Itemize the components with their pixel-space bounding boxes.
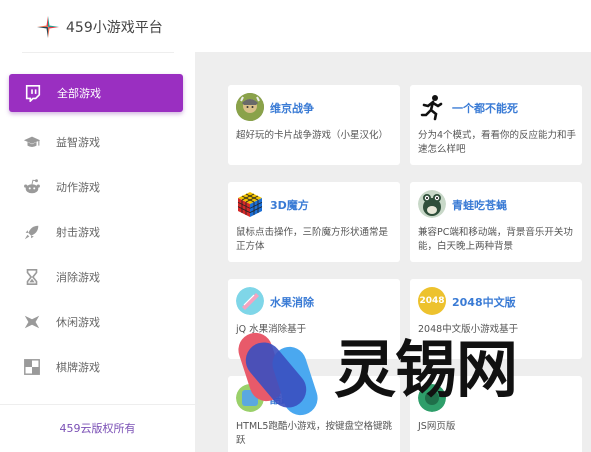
- rubiks-cube-icon: [236, 190, 264, 218]
- nav-item-board-games[interactable]: 棋牌游戏: [0, 344, 195, 389]
- game-desc: 兼容PC端和移动端，背景音乐开关功能，白天晚上两种背景: [418, 227, 573, 252]
- nav-item-label: 全部游戏: [57, 87, 101, 100]
- game-title: 2048中文版: [452, 296, 516, 309]
- game-desc: 超好玩的卡片战争游戏（小星汉化）: [236, 130, 389, 141]
- fruit-icon: [236, 287, 264, 315]
- game-card[interactable]: 一个都不能死 分为4个模式，看看你的反应能力和手速怎么样吧: [410, 85, 582, 165]
- nav-item-shooting-games[interactable]: 射击游戏: [0, 209, 195, 254]
- twitch-icon: [23, 83, 43, 103]
- game-card[interactable]: 维京战争 超好玩的卡片战争游戏（小星汉化）: [228, 85, 400, 165]
- watermark-logo-icon: [238, 332, 318, 416]
- game-desc: HTML5跑酷小游戏，按键盘空格键跳跃: [236, 421, 392, 446]
- footer-divider: [0, 404, 195, 405]
- brand-divider: [22, 52, 174, 53]
- game-title: 水果消除: [270, 296, 314, 309]
- sidebar: 459小游戏平台 全部游戏 益智游戏 动作游戏 射击游戏 消除游戏 休闲游戏 棋…: [0, 0, 195, 452]
- game-title: 维京战争: [270, 102, 314, 115]
- game-title: 一个都不能死: [452, 102, 518, 115]
- 2048-tile-icon: 2048: [418, 287, 446, 315]
- viking-thumb-icon: [236, 93, 264, 121]
- nav-item-label: 射击游戏: [56, 225, 100, 239]
- game-title: 青蛙吃苍蝇: [452, 199, 507, 212]
- starburst-icon: [22, 312, 42, 332]
- nav-item-puzzle-games[interactable]: 益智游戏: [0, 119, 195, 164]
- brand-name: 459小游戏平台: [66, 20, 163, 36]
- watermark: 灵锡网: [238, 324, 558, 424]
- nav-item-action-games[interactable]: 动作游戏: [0, 164, 195, 209]
- frog-icon: [418, 190, 446, 218]
- nav-item-match-games[interactable]: 消除游戏: [0, 254, 195, 299]
- copyright-text: 459云版权所有: [59, 422, 136, 435]
- brand[interactable]: 459小游戏平台: [36, 14, 163, 40]
- game-desc: 分为4个模式，看看你的反应能力和手速怎么样吧: [418, 130, 577, 155]
- nav-item-label: 休闲游戏: [56, 315, 100, 329]
- game-title: 3D魔方: [270, 199, 309, 212]
- hourglass-icon: [22, 267, 42, 287]
- nav-item-label: 益智游戏: [56, 135, 100, 149]
- nav-item-casual-games[interactable]: 休闲游戏: [0, 299, 195, 344]
- nav-item-all-games[interactable]: 全部游戏: [9, 74, 183, 112]
- rocket-icon: [22, 222, 42, 242]
- star-logo-icon: [37, 16, 59, 38]
- game-desc: 鼠标点击操作，三阶魔方形状通常是正方体: [236, 227, 389, 252]
- category-nav: 全部游戏 益智游戏 动作游戏 射击游戏 消除游戏 休闲游戏 棋牌游戏: [0, 74, 195, 389]
- game-card[interactable]: 3D魔方 鼠标点击操作，三阶魔方形状通常是正方体: [228, 182, 400, 262]
- nav-item-label: 动作游戏: [56, 180, 100, 194]
- nav-item-label: 消除游戏: [56, 270, 100, 284]
- game-card[interactable]: 青蛙吃苍蝇 兼容PC端和移动端，背景音乐开关功能，白天晚上两种背景: [410, 182, 582, 262]
- graduation-cap-icon: [22, 132, 42, 152]
- nav-item-label: 棋牌游戏: [56, 360, 100, 374]
- running-man-icon: [418, 93, 446, 121]
- 2048-tile-label: 2048: [419, 296, 445, 306]
- board-square-icon: [22, 357, 42, 377]
- watermark-text: 灵锡网: [334, 333, 518, 406]
- reddit-alien-icon: [22, 177, 42, 197]
